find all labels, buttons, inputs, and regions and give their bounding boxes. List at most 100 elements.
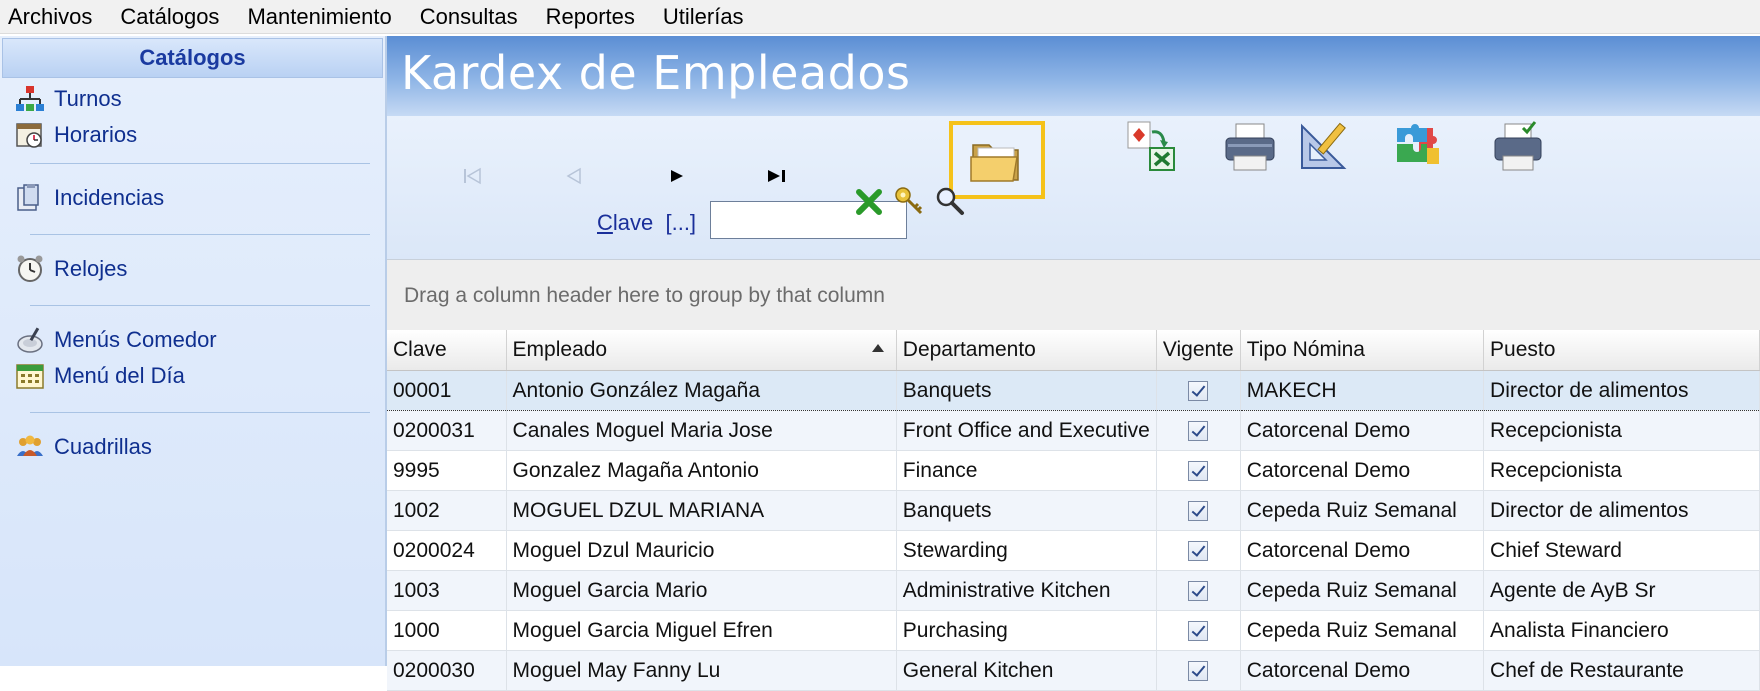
calendar-icon bbox=[14, 360, 46, 392]
group-by-panel[interactable]: Drag a column header here to group by th… bbox=[387, 260, 1760, 330]
menu-utilerias[interactable]: Utilerías bbox=[663, 4, 744, 30]
cell-tipo-nomina: Cepeda Ruiz Semanal bbox=[1240, 610, 1485, 651]
sidebar-item-label: Cuadrillas bbox=[54, 434, 152, 459]
menu-reportes[interactable]: Reportes bbox=[546, 4, 635, 30]
first-record-button[interactable] bbox=[453, 156, 493, 196]
design-report-button[interactable] bbox=[1296, 116, 1356, 176]
column-header-clave[interactable]: Clave bbox=[387, 330, 507, 371]
green-x-icon bbox=[856, 189, 882, 215]
sidebar-separator bbox=[30, 412, 370, 413]
menu-catalogos[interactable]: Catálogos bbox=[120, 4, 219, 30]
vigente-checkbox[interactable] bbox=[1188, 500, 1209, 521]
table-row[interactable]: 0200024 Moguel Dzul Mauricio Stewarding … bbox=[387, 530, 1760, 571]
sidebar-item-cuadrillas[interactable]: Cuadrillas bbox=[14, 430, 152, 464]
table-row[interactable]: 0200030 Moguel May Fanny Lu General Kitc… bbox=[387, 650, 1760, 691]
clipboard-icon bbox=[14, 182, 46, 214]
previous-record-button[interactable] bbox=[553, 156, 593, 196]
cell-empleado: Moguel Garcia Mario bbox=[506, 570, 897, 611]
column-header-tipo-nomina[interactable]: Tipo Nómina bbox=[1240, 330, 1485, 371]
table-row[interactable]: 1003 Moguel Garcia Mario Administrative … bbox=[387, 570, 1760, 611]
cell-departamento: Banquets bbox=[896, 490, 1157, 531]
clave-label[interactable]: Clave [...] bbox=[597, 210, 696, 236]
cell-tipo-nomina: Cepeda Ruiz Semanal bbox=[1240, 490, 1485, 531]
sort-ascending-icon bbox=[871, 344, 884, 352]
cell-puesto: Recepcionista bbox=[1483, 450, 1760, 491]
cell-tipo-nomina: Catorcenal Demo bbox=[1240, 450, 1485, 491]
first-icon bbox=[464, 167, 481, 185]
sidebar-item-menus-comedor[interactable]: Menús Comedor bbox=[14, 323, 217, 357]
cell-tipo-nomina: Cepeda Ruiz Semanal bbox=[1240, 570, 1485, 611]
cell-vigente bbox=[1156, 530, 1241, 571]
sidebar-item-relojes[interactable]: Relojes bbox=[14, 252, 127, 286]
cell-tipo-nomina: Catorcenal Demo bbox=[1240, 650, 1485, 691]
vigente-checkbox[interactable] bbox=[1188, 420, 1209, 441]
sidebar-item-horarios[interactable]: Horarios bbox=[14, 118, 137, 152]
cell-empleado: Antonio González Magaña bbox=[506, 370, 897, 411]
next-record-button[interactable] bbox=[657, 156, 697, 196]
menu-mantenimiento[interactable]: Mantenimiento bbox=[247, 4, 391, 30]
vigente-checkbox[interactable] bbox=[1188, 580, 1209, 601]
vigente-checkbox[interactable] bbox=[1188, 620, 1209, 641]
sidebar-item-turnos[interactable]: Turnos bbox=[14, 82, 122, 116]
menu-consultas[interactable]: Consultas bbox=[420, 4, 518, 30]
table-row[interactable]: 9995 Gonzalez Magaña Antonio Finance Cat… bbox=[387, 450, 1760, 491]
column-header-vigente[interactable]: Vigente bbox=[1156, 330, 1241, 371]
cell-departamento: Stewarding bbox=[896, 530, 1157, 571]
clave-lookup-link[interactable]: [...] bbox=[665, 210, 696, 235]
print-button[interactable] bbox=[1220, 116, 1280, 176]
table-row[interactable]: 0200031 Canales Moguel Maria Jose Front … bbox=[387, 410, 1760, 451]
cell-departamento: General Kitchen bbox=[896, 650, 1157, 691]
cell-vigente bbox=[1156, 490, 1241, 531]
table-row[interactable]: 1002 MOGUEL DZUL MARIANA Banquets Cepeda… bbox=[387, 490, 1760, 531]
vigente-checkbox[interactable] bbox=[1188, 380, 1209, 401]
vigente-checkbox[interactable] bbox=[1188, 660, 1209, 681]
key-button[interactable] bbox=[892, 184, 926, 218]
cell-departamento: Banquets bbox=[896, 370, 1157, 411]
vigente-checkbox[interactable] bbox=[1188, 460, 1209, 481]
menu-archivos[interactable]: Archivos bbox=[8, 4, 92, 30]
sidebar-separator bbox=[30, 305, 370, 306]
sidebar-item-menu-del-dia[interactable]: Menú del Día bbox=[14, 359, 185, 393]
last-icon bbox=[768, 170, 785, 182]
cell-departamento: Front Office and Executive bbox=[896, 410, 1157, 451]
print-setup-button[interactable] bbox=[1489, 116, 1549, 176]
cell-vigente bbox=[1156, 650, 1241, 691]
clear-button[interactable] bbox=[853, 186, 885, 218]
puzzle-icon bbox=[1397, 124, 1439, 164]
table-row[interactable]: 1000 Moguel Garcia Miguel Efren Purchasi… bbox=[387, 610, 1760, 651]
sidebar-item-label: Incidencias bbox=[54, 185, 165, 210]
magnifier-icon bbox=[936, 187, 964, 215]
vigente-checkbox[interactable] bbox=[1188, 540, 1209, 561]
cell-empleado: Moguel Dzul Mauricio bbox=[506, 530, 897, 571]
folder-icon bbox=[970, 144, 1019, 182]
table-header-row: Clave Empleado Departamento Vigente Tipo… bbox=[387, 330, 1760, 371]
search-button[interactable] bbox=[933, 184, 967, 218]
column-header-puesto[interactable]: Puesto bbox=[1483, 330, 1760, 371]
sidebar-separator bbox=[30, 234, 370, 235]
cell-vigente bbox=[1156, 450, 1241, 491]
key-icon bbox=[895, 187, 923, 215]
printer-icon bbox=[1225, 123, 1275, 171]
column-header-departamento[interactable]: Departamento bbox=[896, 330, 1157, 371]
table-row[interactable]: 00001 Antonio González Magaña Banquets M… bbox=[387, 370, 1760, 411]
last-record-button[interactable] bbox=[757, 156, 797, 196]
cell-puesto: Recepcionista bbox=[1483, 410, 1760, 451]
sidebar-separator bbox=[30, 163, 370, 164]
cell-vigente bbox=[1156, 570, 1241, 611]
sidebar-header[interactable]: Catálogos bbox=[2, 38, 383, 78]
cell-empleado: Canales Moguel Maria Jose bbox=[506, 410, 897, 451]
plugins-button[interactable] bbox=[1389, 116, 1449, 176]
clave-label-text: lave bbox=[612, 210, 654, 235]
column-header-empleado[interactable]: Empleado bbox=[506, 330, 897, 371]
cell-puesto: Analista Financiero bbox=[1483, 610, 1760, 651]
cell-empleado: Gonzalez Magaña Antonio bbox=[506, 450, 897, 491]
export-excel-button[interactable] bbox=[1122, 116, 1182, 176]
employees-grid: Drag a column header here to group by th… bbox=[387, 259, 1760, 691]
cell-empleado: Moguel May Fanny Lu bbox=[506, 650, 897, 691]
cell-puesto: Agente de AyB Sr bbox=[1483, 570, 1760, 611]
cell-departamento: Administrative Kitchen bbox=[896, 570, 1157, 611]
sidebar-item-incidencias[interactable]: Incidencias bbox=[14, 181, 164, 215]
printer-settings-icon bbox=[1494, 121, 1542, 171]
cell-clave: 1003 bbox=[387, 570, 507, 611]
cell-tipo-nomina: MAKECH bbox=[1240, 370, 1485, 411]
